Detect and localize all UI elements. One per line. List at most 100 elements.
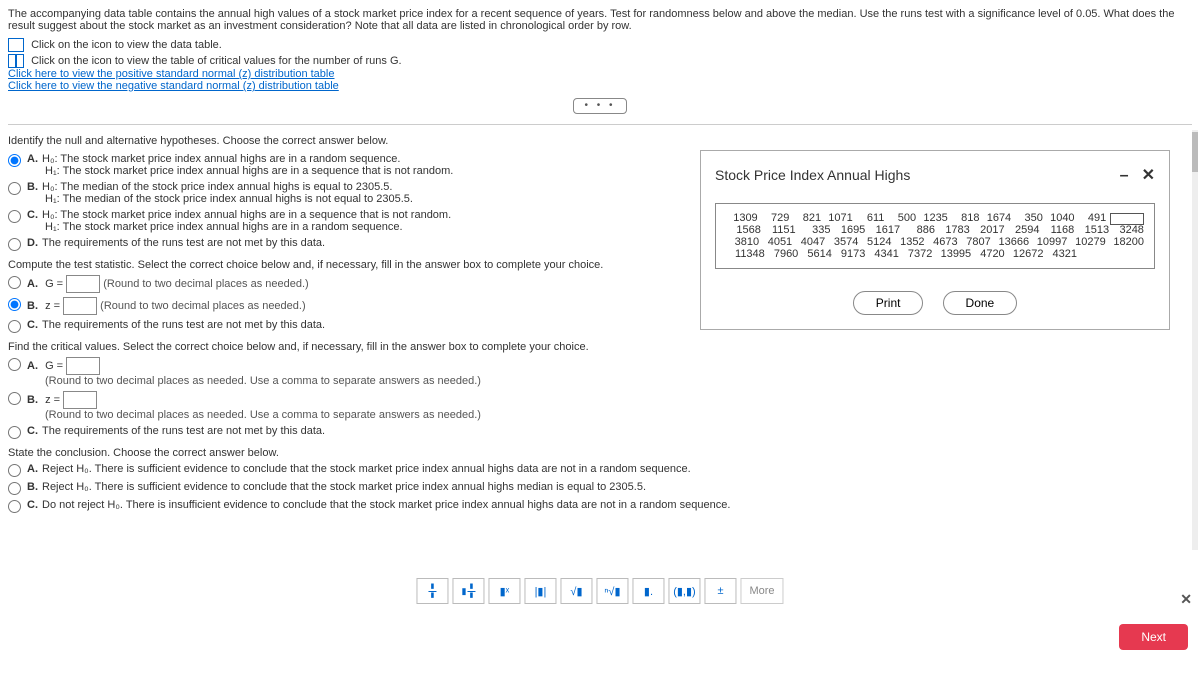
tool-fraction[interactable]: ▮▮ <box>416 578 448 604</box>
q1-b-h0: H₀: The median of the stock price index … <box>42 181 392 193</box>
q4-radio-b[interactable] <box>8 482 21 495</box>
q3-a-hint: (Round to two decimal places as needed. … <box>45 375 481 387</box>
data-cell: 491 <box>1075 212 1107 224</box>
show-more-toggle[interactable]: • • • <box>573 98 626 114</box>
close-icon[interactable]: ✕ <box>1142 167 1155 184</box>
q3-prompt: Find the critical values. Select the cor… <box>8 341 1192 353</box>
data-cell: 350 <box>1011 212 1043 224</box>
q3-radio-b[interactable] <box>8 392 21 405</box>
data-cell: 1309 <box>726 212 758 224</box>
q3-radio-a[interactable] <box>8 358 21 371</box>
data-cell: 3574 <box>825 236 858 248</box>
copy-icon[interactable] <box>1110 213 1144 225</box>
tool-paren[interactable]: (▮,▮) <box>668 578 700 604</box>
critvals-link[interactable]: Click on the icon to view the table of c… <box>31 55 402 67</box>
q3-a-pre: G = <box>45 360 63 372</box>
tool-decimal[interactable]: ▮. <box>632 578 664 604</box>
q1-b-h1: H₁: The median of the stock price index … <box>45 193 413 205</box>
q2-c: The requirements of the runs test are no… <box>42 319 325 331</box>
book-icon[interactable] <box>8 54 24 68</box>
data-cell: 7807 <box>958 236 991 248</box>
data-cell: 1513 <box>1074 224 1109 236</box>
data-cell: 1695 <box>830 224 865 236</box>
tool-abs[interactable]: |▮| <box>524 578 556 604</box>
vertical-scrollbar[interactable] <box>1192 130 1198 550</box>
data-cell: 11348 <box>726 248 765 260</box>
q3-radio-c[interactable] <box>8 426 21 439</box>
q1-radio-d[interactable] <box>8 238 21 251</box>
q4-radio-c[interactable] <box>8 500 21 513</box>
intro-text: The accompanying data table contains the… <box>8 8 1192 32</box>
modal-title: Stock Price Index Annual Highs <box>715 167 910 183</box>
tool-mixed-fraction[interactable]: ▮▮▮ <box>452 578 484 604</box>
q4-radio-a[interactable] <box>8 464 21 477</box>
data-cell: 5124 <box>858 236 891 248</box>
data-cell: 886 <box>900 224 935 236</box>
q2-b-pre: z = <box>45 300 60 312</box>
data-cell: 1674 <box>980 212 1012 224</box>
data-cell: 1151 <box>761 224 796 236</box>
q1-radio-b[interactable] <box>8 182 21 195</box>
neg-z-link[interactable]: Click here to view the negative standard… <box>8 80 339 92</box>
data-cell <box>1111 248 1145 260</box>
data-cell: 335 <box>796 224 831 236</box>
tool-more[interactable]: More <box>740 578 783 604</box>
print-button[interactable]: Print <box>853 291 924 315</box>
data-cell: 7960 <box>765 248 799 260</box>
data-cell: 729 <box>758 212 790 224</box>
panel-close-icon[interactable]: ✕ <box>1180 591 1192 608</box>
tool-exponent[interactable]: ▮ˣ <box>488 578 520 604</box>
data-cell: 1617 <box>865 224 900 236</box>
data-cell: 1568 <box>726 224 761 236</box>
data-cell: 4673 <box>925 236 958 248</box>
data-cell: 4321 <box>1043 248 1077 260</box>
next-button[interactable]: Next <box>1119 624 1188 650</box>
q2-b-input[interactable] <box>63 297 97 315</box>
tool-sqrt[interactable]: √▮ <box>560 578 592 604</box>
q4-c: Do not reject H₀. There is insufficient … <box>42 499 730 511</box>
q2-a-input[interactable] <box>66 275 100 293</box>
q3-b-hint: (Round to two decimal places as needed. … <box>45 409 481 421</box>
data-table-link[interactable]: Click on the icon to view the data table… <box>31 39 222 51</box>
data-cell: 1040 <box>1043 212 1075 224</box>
data-cell: 3810 <box>726 236 759 248</box>
data-cell: 4720 <box>971 248 1005 260</box>
data-cell: 821 <box>789 212 821 224</box>
q1-radio-a[interactable] <box>8 154 21 167</box>
data-cell: 2017 <box>970 224 1005 236</box>
q2-radio-c[interactable] <box>8 320 21 333</box>
data-cell: 4051 <box>759 236 792 248</box>
tool-plusminus[interactable]: ± <box>704 578 736 604</box>
q3-b-pre: z = <box>45 394 60 406</box>
data-cell: 18200 <box>1106 236 1144 248</box>
data-cell: 1235 <box>916 212 948 224</box>
q1-radio-c[interactable] <box>8 210 21 223</box>
data-cell: 5614 <box>798 248 832 260</box>
q2-radio-a[interactable] <box>8 276 21 289</box>
tool-nsqrt[interactable]: ⁿ√▮ <box>596 578 628 604</box>
data-cell: 1352 <box>891 236 924 248</box>
q2-b-hint: (Round to two decimal places as needed.) <box>100 300 305 312</box>
table-icon[interactable] <box>8 38 24 52</box>
data-cell: 4341 <box>865 248 899 260</box>
q2-radio-b[interactable] <box>8 298 21 311</box>
q1-a-h0: H₀: The stock market price index annual … <box>42 153 400 165</box>
pos-z-link[interactable]: Click here to view the positive standard… <box>8 68 334 80</box>
data-cell: 10997 <box>1029 236 1067 248</box>
math-toolbar: ▮▮ ▮▮▮ ▮ˣ |▮| √▮ ⁿ√▮ ▮. (▮,▮) ± More <box>414 576 785 606</box>
data-cell: 611 <box>853 212 885 224</box>
minimize-icon[interactable]: – <box>1120 167 1129 184</box>
data-cell: 3248 <box>1109 224 1144 236</box>
q3-b-input[interactable] <box>63 391 97 409</box>
q3-c: The requirements of the runs test are no… <box>42 425 325 437</box>
data-cell <box>1077 248 1111 260</box>
q3-a-input[interactable] <box>66 357 100 375</box>
data-cell: 13666 <box>991 236 1029 248</box>
q4-b: Reject H₀. There is sufficient evidence … <box>42 481 646 493</box>
done-button[interactable]: Done <box>943 291 1018 315</box>
data-cell: 1783 <box>935 224 970 236</box>
data-table-modal: Stock Price Index Annual Highs – ✕ 13097… <box>700 150 1170 330</box>
data-cell: 2594 <box>1005 224 1040 236</box>
q4-a: Reject H₀. There is sufficient evidence … <box>42 463 691 475</box>
data-cell: 4047 <box>792 236 825 248</box>
